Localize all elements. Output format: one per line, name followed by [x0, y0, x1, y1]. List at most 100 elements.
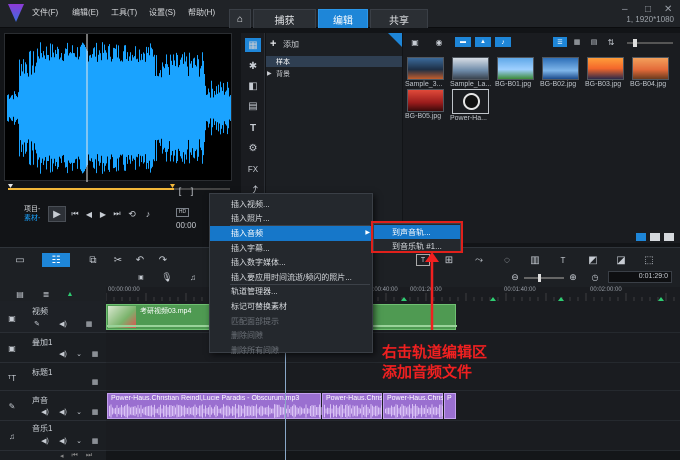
preview-player[interactable]	[4, 33, 232, 182]
repeat-icon[interactable]: ⟲	[126, 208, 138, 220]
slider-handle[interactable]	[633, 39, 637, 47]
thumbnail-size-slider[interactable]	[627, 39, 673, 47]
folder-background-label[interactable]: 背景	[276, 69, 290, 79]
clip-attr-icon[interactable]: ▣	[136, 272, 146, 282]
voice-grid-icon[interactable]: ▦	[90, 407, 100, 417]
media-library-icon[interactable]: ▦	[245, 38, 261, 52]
collapse-music-icon[interactable]: ⌄	[74, 436, 84, 446]
auto-music-icon[interactable]: ♫	[188, 272, 198, 282]
track-head-music[interactable]: ♫ 音乐1 ◀) ◀) ⌄ ▦	[0, 421, 106, 451]
library-corner-tab[interactable]	[388, 33, 402, 47]
add-folder-button[interactable]: 添加	[283, 39, 299, 50]
audio-clip-2[interactable]: Power-Haus.Chris	[322, 393, 382, 419]
context-menu-item[interactable]: 插入音频 ▶	[210, 226, 374, 241]
media-thumbnail[interactable]	[407, 57, 444, 80]
chapter-marker-icon[interactable]: ▲	[64, 289, 76, 299]
music-grid-icon[interactable]: ▦	[90, 436, 100, 446]
collapse-overlay-icon[interactable]: ⌄	[74, 349, 84, 359]
audio-clip-3[interactable]: Power-Haus.Chris	[383, 393, 443, 419]
media-thumbnail[interactable]	[497, 57, 534, 80]
track-grid-icon[interactable]: ▦	[84, 319, 94, 329]
menu-settings[interactable]: 设置(S)	[149, 7, 176, 18]
mute-voice-icon[interactable]: ◀)	[40, 407, 50, 417]
track-music[interactable]	[106, 421, 680, 451]
timeline-ruler[interactable]: 00:00:00:00 00:00:40:00 00:01:20:00 00:0…	[106, 287, 680, 301]
context-menu-item[interactable]: 标记可替换素材	[210, 299, 374, 314]
mask-icon[interactable]: ◩	[586, 254, 600, 266]
context-menu-item[interactable]: 插入要应用时间流逝/频闪的照片...	[210, 270, 374, 285]
expand-arrow-icon[interactable]: ▶	[267, 70, 272, 77]
nav-start-icon[interactable]: ⏮	[72, 452, 78, 460]
media-thumbnail[interactable]	[542, 57, 579, 80]
hd-toggle[interactable]: HD	[176, 208, 189, 217]
minimize-icon[interactable]: –	[622, 4, 628, 15]
collapse-voice-icon[interactable]: ⌄	[74, 407, 84, 417]
split-icon[interactable]: ✂	[112, 254, 124, 266]
grid-view-icon[interactable]: ▤	[587, 37, 601, 47]
menu-help[interactable]: 帮助(H)	[188, 7, 215, 18]
mute-video-icon[interactable]: ◀)	[58, 319, 68, 329]
instant-project-icon[interactable]: ✱	[245, 59, 261, 73]
track-manager-small-icon[interactable]: ▤	[14, 289, 26, 299]
go-end-icon[interactable]: ⏭	[111, 208, 123, 220]
tab-share[interactable]: 共享	[370, 9, 428, 28]
next-frame-icon[interactable]: ▶	[97, 208, 109, 220]
project-duration[interactable]: 0:01:29:0	[608, 271, 672, 283]
zoom-handle[interactable]	[538, 274, 541, 282]
nav-next-icon[interactable]: ⏭	[86, 452, 92, 460]
audio-clip-1[interactable]: Power-Haus.Christian Reindl,Lucie Paradi…	[107, 393, 322, 419]
sync-icon[interactable]	[636, 233, 646, 241]
menu-tools[interactable]: 工具(T)	[111, 7, 137, 18]
path-tool-icon[interactable]: ◌	[500, 254, 514, 266]
maximize-icon[interactable]: □	[645, 4, 651, 15]
record-voice-icon[interactable]: 🎙	[161, 272, 172, 282]
more-tools-icon[interactable]: ⬚	[642, 254, 656, 266]
library-option2-icon[interactable]	[664, 233, 674, 241]
title-icon[interactable]: T	[245, 121, 261, 135]
go-start-icon[interactable]: ⏮	[69, 208, 81, 220]
audio-clip-4[interactable]: P	[444, 393, 456, 419]
media-thumbnail[interactable]	[632, 57, 669, 80]
track-head-voice[interactable]: ✎ 声音 ◀) ◀) ⌄ ▦	[0, 391, 106, 421]
library-option-icon[interactable]	[650, 233, 660, 241]
prev-frame-icon[interactable]: ◀	[83, 208, 95, 220]
play-icon[interactable]: ▶	[48, 206, 66, 222]
transition-icon[interactable]: ◧	[245, 79, 261, 93]
edit-track-icon[interactable]: ✎	[32, 319, 42, 329]
track-manager-icon[interactable]: ⧉	[87, 254, 99, 266]
audio-mixer-icon[interactable]: ▥	[528, 254, 542, 266]
context-menu-item[interactable]: 插入照片...	[210, 212, 374, 227]
volume-icon[interactable]: ♪	[142, 208, 154, 220]
mute-overlay-icon[interactable]: ◀)	[58, 349, 68, 359]
track-list-icon[interactable]: ≣	[40, 289, 52, 299]
title-grid-icon[interactable]: ▦	[90, 377, 100, 387]
menu-edit[interactable]: 编辑(E)	[72, 7, 99, 18]
mark-out-icon[interactable]: ]	[186, 186, 198, 196]
media-thumbnail[interactable]	[452, 89, 489, 114]
graphic-icon[interactable]: ▤	[245, 99, 261, 113]
redo-icon[interactable]: ↷	[157, 254, 169, 266]
add-folder-icon[interactable]: +	[270, 38, 276, 50]
grid-tool-icon[interactable]: ⊞	[442, 254, 456, 266]
context-menu-item[interactable]: 插入字幕...	[210, 241, 374, 256]
filter-icon[interactable]: ⚙	[245, 141, 261, 155]
tab-edit[interactable]: 编辑	[318, 9, 368, 28]
track-head-title[interactable]: ᵀT 标题1 ▦	[0, 363, 106, 391]
clip-mode-label[interactable]: 素材-	[24, 213, 40, 223]
capture-icon[interactable]: ◉	[433, 36, 445, 48]
motion-tool-icon[interactable]: ⤳	[472, 254, 486, 266]
show-video-icon[interactable]: ▬	[455, 37, 471, 47]
zoom-slider[interactable]	[524, 274, 564, 282]
folder-sample-row[interactable]: 样本	[266, 56, 402, 67]
track-head-overlay[interactable]: ▣ 叠加1 ◀) ⌄ ▦	[0, 333, 106, 363]
track-video[interactable]: 考研视频03.mp4	[106, 301, 680, 333]
storyboard-view-icon[interactable]: ▭	[12, 254, 28, 266]
text-3d-icon[interactable]: T	[556, 254, 570, 266]
speed-icon[interactable]: ◪	[614, 254, 628, 266]
nav-prev-icon[interactable]: ◂	[60, 452, 64, 460]
fx-icon[interactable]: FX	[245, 162, 261, 176]
track-head-video[interactable]: ▣ 视频 ✎ ◀) ▦	[0, 301, 106, 333]
undo-icon[interactable]: ↶	[134, 254, 146, 266]
menu-file[interactable]: 文件(F)	[32, 7, 58, 18]
context-menu-item[interactable]: 插入数字媒体...	[210, 255, 374, 270]
